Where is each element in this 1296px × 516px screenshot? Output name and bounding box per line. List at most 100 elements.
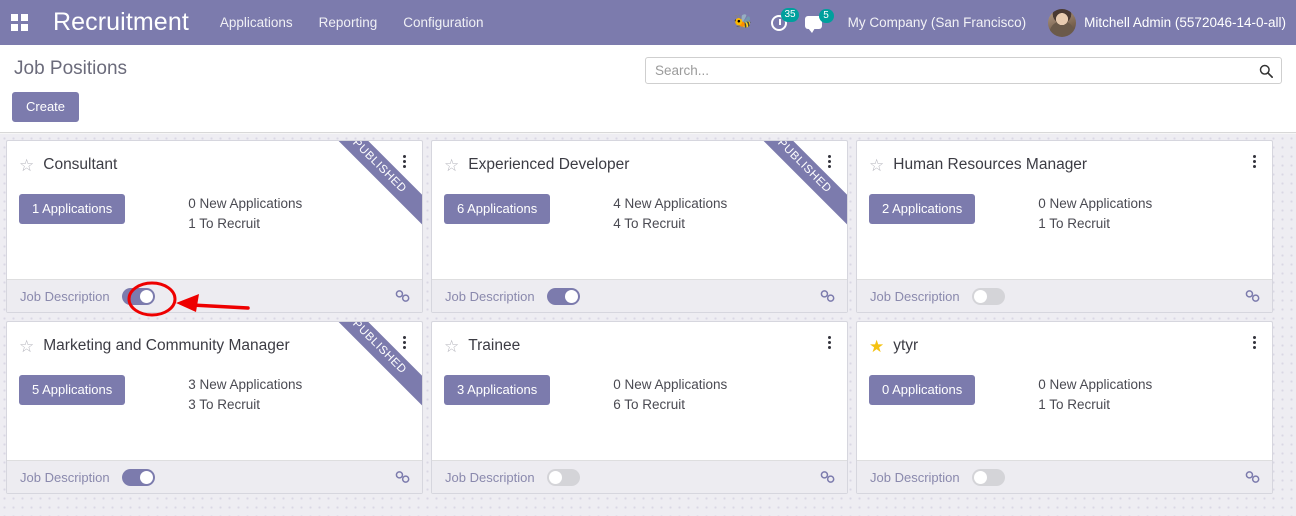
job-description-label: Job Description (20, 288, 110, 304)
card-stat-lines: 4 New Applications 4 To Recruit (613, 194, 727, 234)
job-description-label: Job Description (20, 469, 110, 485)
chain-link-icon[interactable] (820, 470, 836, 484)
card-stat-lines: 0 New Applications 1 To Recruit (1038, 375, 1152, 415)
menu-item-configuration[interactable]: Configuration (403, 15, 483, 30)
kebab-menu-icon[interactable] (1247, 336, 1261, 349)
to-recruit-label: 1 To Recruit (1038, 397, 1111, 412)
applications-count-button[interactable]: 0 Applications (869, 375, 976, 405)
card-body: PUBLISHED ☆ Consultant 1 Applications 0 … (7, 141, 422, 281)
card-stats: 0 Applications 0 New Applications 1 To R… (857, 375, 1272, 415)
to-recruit-label: 6 To Recruit (613, 397, 686, 412)
kanban-card[interactable]: PUBLISHED ☆ Experienced Developer 6 Appl… (431, 140, 848, 313)
job-description-label: Job Description (445, 469, 535, 485)
to-recruit-label: 1 To Recruit (188, 216, 261, 231)
new-applications-label: 0 New Applications (613, 377, 728, 392)
job-description-toggle[interactable] (546, 468, 580, 486)
card-stat-lines: 0 New Applications 1 To Recruit (188, 194, 302, 234)
kanban-card[interactable]: ★ ytyr 0 Applications 0 New Applications… (856, 321, 1273, 494)
menu-item-applications[interactable]: Applications (220, 15, 293, 30)
messages-chat-icon[interactable]: 5 (804, 9, 834, 33)
card-stats: 5 Applications 3 New Applications 3 To R… (7, 375, 422, 415)
create-button[interactable]: Create (12, 92, 80, 122)
new-applications-label: 4 New Applications (613, 196, 728, 211)
kanban-card[interactable]: ☆ Human Resources Manager 2 Applications… (856, 140, 1273, 313)
favorite-star-icon[interactable]: ☆ (19, 338, 34, 355)
applications-count-button[interactable]: 3 Applications (444, 375, 551, 405)
kebab-menu-icon[interactable] (1247, 155, 1261, 168)
kanban-card[interactable]: PUBLISHED ☆ Marketing and Community Mana… (6, 321, 423, 494)
page-title: Job Positions (14, 58, 128, 79)
search-bar[interactable] (645, 57, 1282, 84)
applications-count-button[interactable]: 2 Applications (869, 194, 976, 224)
job-description-toggle[interactable] (121, 287, 155, 305)
favorite-star-icon[interactable]: ☆ (444, 338, 459, 355)
apps-grid-icon[interactable] (11, 13, 29, 32)
card-footer: Job Description (7, 460, 422, 493)
chain-link-icon[interactable] (395, 289, 411, 303)
kanban-card[interactable]: ☆ Trainee 3 Applications 0 New Applicati… (431, 321, 848, 494)
job-description-label: Job Description (870, 469, 960, 485)
kanban-row-2: PUBLISHED ☆ Marketing and Community Mana… (6, 321, 1290, 494)
favorite-star-icon[interactable]: ★ (869, 338, 884, 355)
chain-link-icon[interactable] (1245, 289, 1261, 303)
activities-badge: 35 (781, 7, 799, 22)
favorite-star-icon[interactable]: ☆ (19, 157, 34, 174)
chain-link-icon[interactable] (820, 289, 836, 303)
search-icon[interactable] (1257, 64, 1281, 78)
card-stats: 1 Applications 0 New Applications 1 To R… (7, 194, 422, 234)
job-description-toggle[interactable] (971, 468, 1005, 486)
user-menu[interactable]: Mitchell Admin (5572046-14-0-all) (1048, 8, 1286, 37)
card-footer: Job Description (7, 279, 422, 312)
top-navbar: Recruitment Applications Reporting Confi… (0, 0, 1296, 45)
card-title: Consultant (43, 156, 118, 173)
activities-clock-icon[interactable]: 35 (770, 7, 799, 31)
card-stat-lines: 0 New Applications 1 To Recruit (1038, 194, 1152, 234)
kanban-board: PUBLISHED ☆ Consultant 1 Applications 0 … (0, 134, 1296, 516)
kebab-menu-icon[interactable] (822, 336, 836, 349)
menu-item-reporting[interactable]: Reporting (319, 15, 378, 30)
to-recruit-label: 3 To Recruit (188, 397, 261, 412)
applications-count-button[interactable]: 6 Applications (444, 194, 551, 224)
job-description-toggle[interactable] (121, 468, 155, 486)
bug-icon[interactable]: 🐝 (734, 15, 753, 30)
chain-link-icon[interactable] (1245, 470, 1261, 484)
chain-link-icon[interactable] (395, 470, 411, 484)
card-stat-lines: 0 New Applications 6 To Recruit (613, 375, 727, 415)
to-recruit-label: 1 To Recruit (1038, 216, 1111, 231)
job-description-toggle[interactable] (971, 287, 1005, 305)
new-applications-label: 0 New Applications (1038, 196, 1153, 211)
card-body: ☆ Human Resources Manager 2 Applications… (857, 141, 1272, 281)
company-selector[interactable]: My Company (San Francisco) (848, 15, 1027, 30)
job-description-label: Job Description (445, 288, 535, 304)
kebab-menu-icon[interactable] (822, 155, 836, 168)
card-stat-lines: 3 New Applications 3 To Recruit (188, 375, 302, 415)
app-brand-title[interactable]: Recruitment (53, 8, 189, 37)
card-title: Experienced Developer (468, 156, 630, 173)
job-description-label: Job Description (870, 288, 960, 304)
new-applications-label: 3 New Applications (188, 377, 303, 392)
search-input[interactable] (646, 58, 1257, 83)
applications-count-button[interactable]: 1 Applications (19, 194, 126, 224)
kebab-menu-icon[interactable] (397, 336, 411, 349)
job-description-toggle[interactable] (546, 287, 580, 305)
card-title: Marketing and Community Manager (43, 337, 290, 354)
card-header: ☆ Experienced Developer (432, 141, 847, 174)
card-body: PUBLISHED ☆ Marketing and Community Mana… (7, 322, 422, 462)
new-applications-label: 0 New Applications (1038, 377, 1153, 392)
card-header: ☆ Trainee (432, 322, 847, 355)
new-applications-label: 0 New Applications (188, 196, 303, 211)
card-stats: 2 Applications 0 New Applications 1 To R… (857, 194, 1272, 234)
user-name-label: Mitchell Admin (5572046-14-0-all) (1084, 15, 1286, 30)
kebab-menu-icon[interactable] (397, 155, 411, 168)
messages-badge: 5 (818, 9, 834, 23)
applications-count-button[interactable]: 5 Applications (19, 375, 126, 405)
card-footer: Job Description (857, 460, 1272, 493)
kanban-card[interactable]: PUBLISHED ☆ Consultant 1 Applications 0 … (6, 140, 423, 313)
card-stats: 3 Applications 0 New Applications 6 To R… (432, 375, 847, 415)
card-header: ★ ytyr (857, 322, 1272, 355)
card-header: ☆ Marketing and Community Manager (7, 322, 422, 355)
favorite-star-icon[interactable]: ☆ (444, 157, 459, 174)
card-header: ☆ Human Resources Manager (857, 141, 1272, 174)
kanban-row-1: PUBLISHED ☆ Consultant 1 Applications 0 … (6, 140, 1290, 313)
favorite-star-icon[interactable]: ☆ (869, 157, 884, 174)
